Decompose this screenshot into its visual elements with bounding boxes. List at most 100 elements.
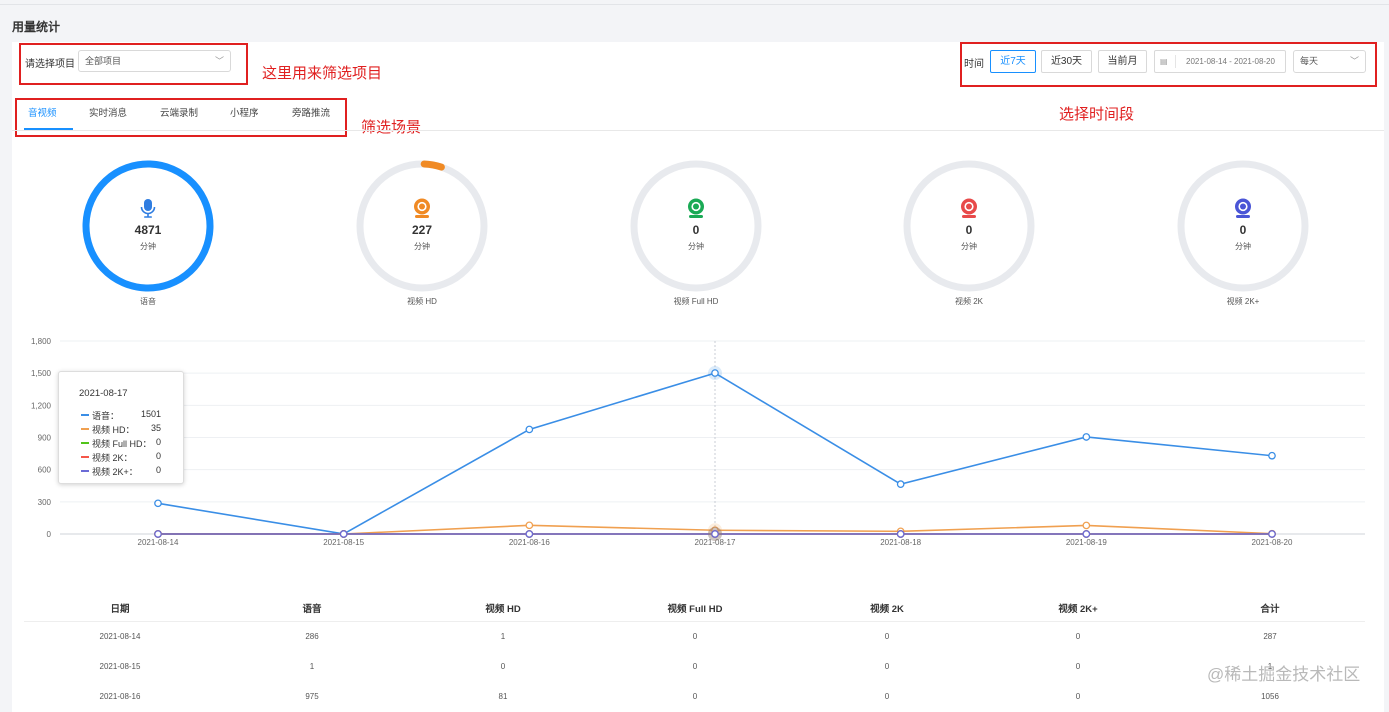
project-annotation-text: 这里用来筛选项目 bbox=[262, 65, 383, 82]
summary-unit: 分钟 bbox=[688, 242, 704, 251]
tooltip-series-name: 语音： bbox=[92, 411, 120, 421]
data-point bbox=[525, 521, 534, 530]
summary-unit: 分钟 bbox=[140, 242, 156, 251]
tooltip-series-value: 0 bbox=[155, 437, 161, 447]
data-point bbox=[896, 480, 905, 488]
table-cell: 0 bbox=[692, 632, 698, 641]
table-cell: 0 bbox=[692, 662, 698, 671]
legend-swatch bbox=[81, 442, 89, 444]
column-header-total[interactable]: 合计 bbox=[1210, 601, 1330, 615]
column-header-video-hd[interactable]: 视频 HD bbox=[443, 601, 563, 615]
data-point bbox=[154, 499, 162, 508]
tooltip-row: 视频 Full HD： 0 bbox=[81, 437, 181, 449]
webcam-icon bbox=[414, 198, 430, 218]
tooltip-series-value: 1501 bbox=[140, 409, 161, 419]
tab-mini-program[interactable]: 小程序 bbox=[230, 105, 259, 119]
data-point bbox=[1082, 530, 1091, 538]
y-tick-label: 300 bbox=[38, 498, 52, 507]
tab-cloud-recording[interactable]: 云端录制 bbox=[160, 105, 198, 119]
tooltip-series-name: 视频 2K+： bbox=[92, 467, 138, 477]
tab-realtime-messaging[interactable]: 实时消息 bbox=[89, 105, 127, 119]
tooltip-series-value: 0 bbox=[155, 465, 161, 475]
summary-unit: 分钟 bbox=[414, 242, 430, 251]
time-annotation-text: 选择时间段 bbox=[1059, 106, 1135, 123]
table-cell: 0 bbox=[884, 662, 890, 671]
legend-swatch bbox=[81, 428, 89, 430]
summary-unit: 分钟 bbox=[1235, 242, 1251, 251]
top-divider bbox=[0, 4, 1389, 5]
tooltip-date: 2021-08-17 bbox=[79, 388, 128, 399]
summary-ring-video-hd: 227 分钟 bbox=[352, 156, 492, 296]
y-tick-label: 600 bbox=[38, 466, 52, 475]
tooltip-series-value: 35 bbox=[150, 423, 161, 433]
y-tick-label: 1,500 bbox=[31, 369, 52, 378]
scene-annotation-text: 筛选场景 bbox=[361, 119, 422, 136]
tooltip-row: 语音： 1501 bbox=[81, 409, 181, 421]
webcam-icon bbox=[688, 198, 704, 218]
y-tick-label: 0 bbox=[47, 530, 52, 539]
column-header-voice[interactable]: 语音 bbox=[252, 601, 372, 615]
summary-ring-video-full-hd: 0 分钟 bbox=[626, 156, 766, 296]
tab-divider bbox=[12, 130, 1384, 131]
tab-relay-push[interactable]: 旁路推流 bbox=[292, 105, 330, 119]
watermark: @稀土掘金技术社区 bbox=[1207, 665, 1361, 684]
summary-label-voice: 语音 bbox=[140, 297, 156, 306]
data-point bbox=[1268, 451, 1276, 460]
summary-label-video-2k-plus: 视频 2K+ bbox=[1226, 297, 1260, 306]
usage-line-chart[interactable]: 0 300 600 900 1,200 1,500 1,800 2021-08-14 2021-… bbox=[0, 330, 1389, 560]
microphone-icon bbox=[140, 199, 156, 218]
data-point bbox=[1082, 521, 1091, 530]
data-point bbox=[711, 530, 719, 538]
summary-value: 0 bbox=[965, 223, 973, 237]
data-point bbox=[339, 530, 348, 538]
table-cell: 2021-08-14 bbox=[99, 632, 141, 641]
summary-ring-video-2k: 0 分钟 bbox=[899, 156, 1039, 296]
summary-value: 0 bbox=[1239, 223, 1247, 237]
column-header-video-full-hd[interactable]: 视频 Full HD bbox=[635, 601, 755, 615]
data-point bbox=[711, 369, 719, 377]
y-tick-label: 900 bbox=[38, 434, 52, 443]
tooltip-row: 视频 2K+： 0 bbox=[81, 465, 181, 477]
table-cell: 0 bbox=[500, 662, 506, 671]
summary-label-video-full-hd: 视频 Full HD bbox=[673, 297, 719, 306]
summary-label-video-hd: 视频 HD bbox=[407, 297, 437, 306]
summary-value: 0 bbox=[692, 223, 700, 237]
y-tick-label: 1,200 bbox=[31, 401, 52, 410]
table-cell: 0 bbox=[1075, 632, 1081, 641]
column-header-video-2k-plus[interactable]: 视频 2K+ bbox=[1018, 601, 1138, 615]
tooltip-row: 视频 HD： 35 bbox=[81, 423, 181, 435]
tooltip-series-value: 0 bbox=[155, 451, 161, 461]
legend-swatch bbox=[81, 456, 89, 458]
summary-unit: 分钟 bbox=[961, 242, 977, 251]
summary-ring-video-2k-plus: 0 分钟 bbox=[1173, 156, 1313, 296]
tooltip-series-name: 视频 HD： bbox=[92, 425, 135, 435]
webcam-icon bbox=[961, 198, 977, 218]
summary-ring-voice: 4871 分钟 bbox=[78, 156, 218, 296]
table-cell: 0 bbox=[1075, 662, 1081, 671]
table-header-divider bbox=[24, 621, 1365, 622]
x-tick-label: 2021-08-15 bbox=[323, 538, 364, 547]
column-header-video-2k[interactable]: 视频 2K bbox=[827, 601, 947, 615]
tooltip-series-name: 视频 Full HD： bbox=[92, 439, 152, 449]
page-title: 用量统计 bbox=[12, 20, 61, 34]
summary-value: 4871 bbox=[134, 223, 162, 237]
column-header-date[interactable]: 日期 bbox=[60, 601, 180, 615]
x-tick-label: 2021-08-20 bbox=[1252, 538, 1293, 547]
data-point bbox=[896, 530, 905, 538]
tooltip-series-name: 视频 2K： bbox=[92, 453, 133, 463]
time-annotation-box bbox=[960, 42, 1377, 87]
chart-tooltip: 2021-08-17 语音： 1501 视频 HD： 35 视频 Full HD… bbox=[58, 371, 184, 484]
table-cell: 287 bbox=[1263, 632, 1277, 641]
summary-label-video-2k: 视频 2K bbox=[954, 297, 983, 306]
table-cell: 1 bbox=[500, 632, 506, 641]
legend-swatch bbox=[81, 414, 89, 416]
x-tick-label: 2021-08-16 bbox=[509, 538, 550, 547]
table-cell: 286 bbox=[305, 632, 319, 641]
data-point bbox=[154, 530, 162, 538]
y-tick-label: 1,800 bbox=[31, 337, 52, 346]
data-point bbox=[1268, 530, 1276, 538]
table-cell: 1 bbox=[309, 662, 315, 671]
tab-audio-video[interactable]: 音视频 bbox=[28, 105, 57, 119]
tooltip-row: 视频 2K： 0 bbox=[81, 451, 181, 463]
project-annotation-box bbox=[19, 43, 248, 85]
